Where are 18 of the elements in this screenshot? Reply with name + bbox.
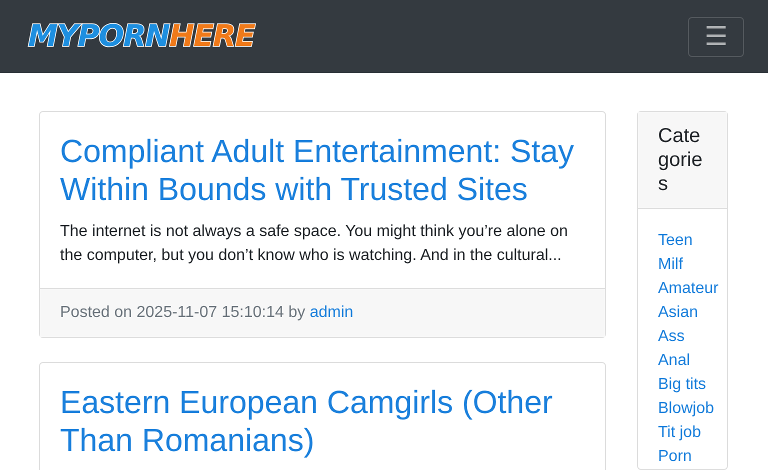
category-link[interactable]: Tit job [658,421,701,445]
categories-title: Categories [658,124,704,196]
post-title[interactable]: Compliant Adult Entertainment: Stay Within Bounds with Trusted Sites [60,132,585,208]
category-link[interactable]: Blowjob [658,397,714,421]
category-link[interactable]: Amateur [658,277,718,301]
post-excerpt: The internet is not always a safe space. You might think you’re alone on the computer, but you don’t know who is watching. And in the cultural... [60,222,569,266]
category-link[interactable]: Big tits [658,373,706,397]
category-link[interactable]: Asian [658,301,698,325]
category-link[interactable]: Teen [658,229,693,253]
category-link[interactable]: Anal [658,349,690,373]
post-title[interactable]: Eastern European Camgirls (Other Than Romanians) [60,383,585,459]
site-logo[interactable]: MYPORNHERE [28,19,254,54]
category-link[interactable]: Milf [658,253,683,277]
category-link[interactable]: Porn [658,445,692,469]
category-link[interactable]: Ass [658,325,685,349]
author-link[interactable]: admin [310,304,354,321]
post-meta: Posted on 2025-11-07 15:10:14 by [60,304,306,321]
menu-button[interactable]: ☰ [688,16,744,56]
